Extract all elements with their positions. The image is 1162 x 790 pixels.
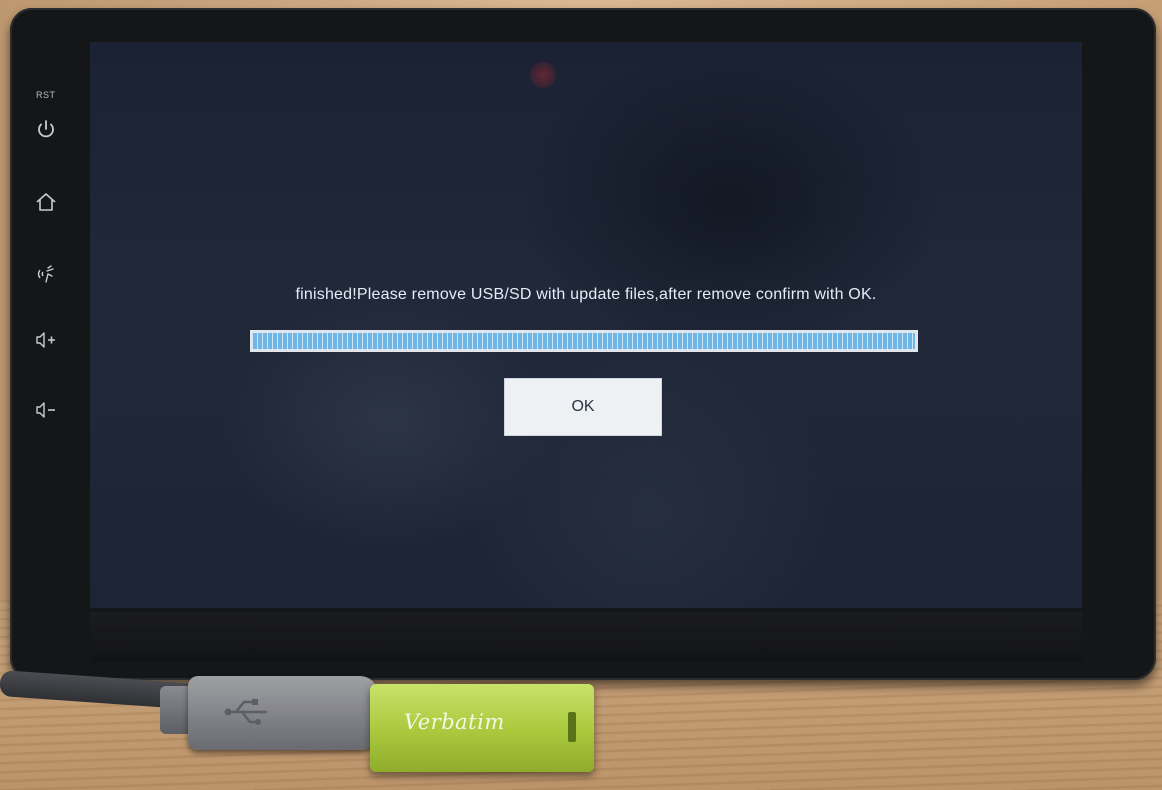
usb-logo-icon xyxy=(224,699,268,725)
device-bottom-bezel xyxy=(90,612,1082,662)
usb-otg-adapter xyxy=(188,676,378,750)
head-unit-device: RST finished!Please remove USB/SD with u… xyxy=(10,8,1156,680)
progress-bar-fill xyxy=(253,333,915,349)
photo-scene: RST finished!Please remove USB/SD with u… xyxy=(0,0,1162,790)
drive-lanyard-slot xyxy=(568,712,576,742)
screen-reflection xyxy=(530,62,556,88)
volume-up-button[interactable] xyxy=(30,324,62,356)
ok-button[interactable]: OK xyxy=(504,378,662,436)
power-button[interactable] xyxy=(30,114,62,146)
update-finished-message: finished!Please remove USB/SD with updat… xyxy=(295,286,877,303)
power-icon xyxy=(38,120,54,138)
home-icon xyxy=(36,193,56,211)
drive-brand-label: Verbatim xyxy=(404,710,505,734)
rst-label: RST xyxy=(36,90,56,100)
home-button[interactable] xyxy=(30,186,62,218)
volume-down-button[interactable] xyxy=(30,394,62,426)
volume-down-icon xyxy=(36,402,55,418)
voice-button[interactable] xyxy=(30,258,62,290)
update-progress-bar xyxy=(250,330,918,352)
display-screen: finished!Please remove USB/SD with updat… xyxy=(90,42,1082,608)
voice-icon xyxy=(37,265,54,283)
side-button-bezel: RST xyxy=(10,8,82,680)
volume-up-icon xyxy=(36,332,55,348)
